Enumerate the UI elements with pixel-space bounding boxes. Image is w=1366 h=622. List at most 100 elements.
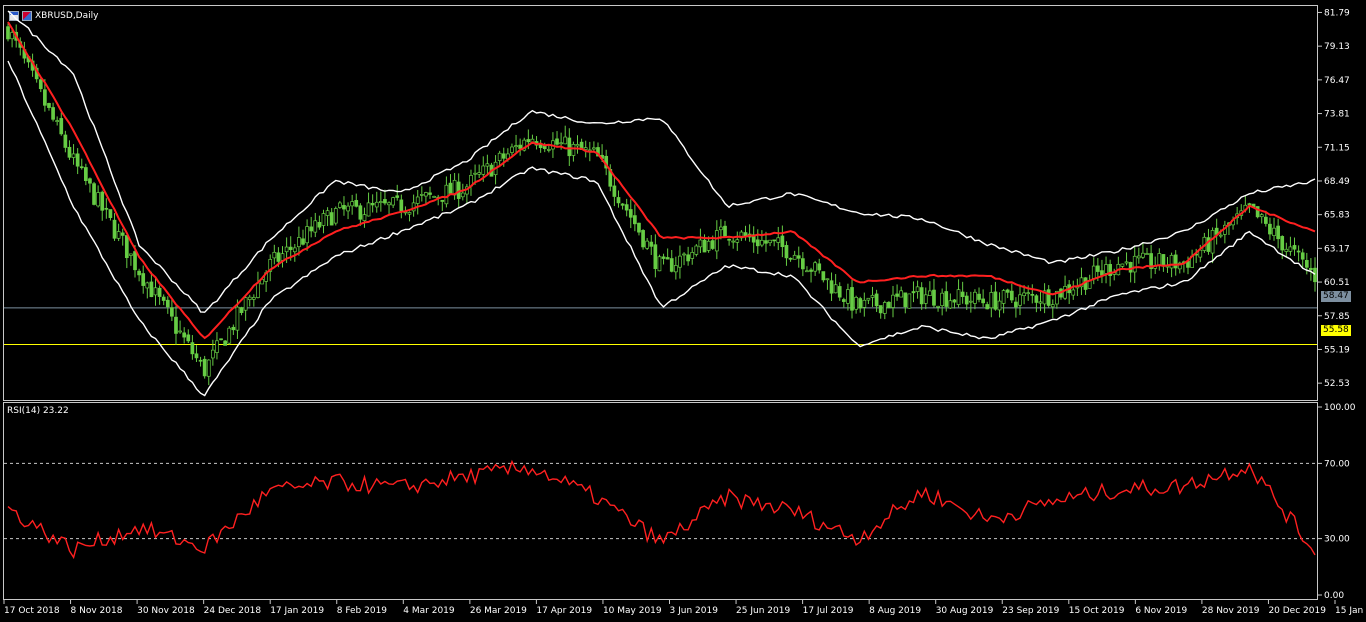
candle-body <box>342 205 346 210</box>
price-axis-tick-label: 65.83 <box>1324 211 1350 221</box>
candle-body <box>1124 261 1129 264</box>
date-axis-tick-label: 17 Apr 2019 <box>536 606 592 616</box>
price-axis-tick-label: 71.15 <box>1324 143 1350 153</box>
candle-body <box>878 305 883 314</box>
candle-body <box>215 340 219 353</box>
candle-body <box>227 327 232 344</box>
candle-body <box>960 291 965 297</box>
candle-body <box>1005 289 1010 293</box>
candle-body <box>829 280 834 294</box>
candle-body <box>108 209 113 218</box>
candle-body <box>292 247 297 253</box>
candle-body <box>833 284 838 294</box>
candle-body <box>1313 267 1317 283</box>
candle-body <box>1292 245 1297 250</box>
candle-body <box>1034 295 1039 303</box>
candle-body <box>694 245 699 255</box>
candle-body <box>247 296 252 300</box>
candle-body <box>428 192 432 195</box>
candle-body <box>399 199 404 213</box>
candle-body <box>374 201 379 208</box>
candle-body <box>424 192 428 197</box>
candle-body <box>481 165 486 175</box>
candle-body <box>55 120 60 122</box>
candle-body <box>1120 263 1125 267</box>
candle-body <box>821 271 826 281</box>
date-axis-tick-label: 17 Jul 2019 <box>803 606 854 616</box>
candle-body <box>370 203 375 206</box>
candle-body <box>321 213 326 226</box>
candle-body <box>907 293 912 309</box>
candle-body <box>47 103 51 108</box>
candle-body <box>936 305 940 308</box>
candle-body <box>866 297 871 301</box>
candle-body <box>338 202 342 208</box>
candle-body <box>178 330 182 333</box>
candle-body <box>161 296 166 301</box>
candle-body <box>157 287 162 297</box>
price-axis-tick-label: 68.49 <box>1324 177 1350 187</box>
candle-body <box>440 199 445 202</box>
candle-body <box>993 291 998 310</box>
middle-band-line <box>7 21 1316 340</box>
candle-body <box>944 291 949 307</box>
candle-body <box>387 202 391 206</box>
candle-body <box>211 349 215 359</box>
candle-body <box>419 194 424 196</box>
candle-body <box>1046 289 1051 306</box>
candle-body <box>198 359 203 362</box>
candle-body <box>928 290 932 296</box>
candle-body <box>989 292 994 309</box>
candle-body <box>780 235 785 248</box>
candle-body <box>628 209 633 218</box>
candle-body <box>141 273 146 286</box>
candle-body <box>391 197 395 206</box>
candle-body <box>817 263 822 271</box>
candle-body <box>862 299 867 308</box>
price-axis-tick-label: 79.13 <box>1324 42 1350 52</box>
candle-body <box>145 282 150 289</box>
candle-body <box>174 316 178 334</box>
candle-body <box>571 144 576 156</box>
candle-body <box>653 244 658 269</box>
candle-body <box>284 246 289 253</box>
candle-body <box>272 251 277 259</box>
candle-body <box>977 293 981 300</box>
candle-body <box>182 332 187 338</box>
candle-body <box>75 153 80 167</box>
candle-body <box>784 245 789 259</box>
candle-body <box>825 278 830 281</box>
candle-body <box>911 291 916 294</box>
candle-body <box>710 240 715 249</box>
candle-body <box>329 212 334 226</box>
candle-body <box>235 306 240 331</box>
date-axis-tick-label: 8 Aug 2019 <box>869 606 921 616</box>
candle-body <box>887 301 891 309</box>
price-axis-tick-label: 63.17 <box>1324 244 1350 254</box>
candle-body <box>723 225 727 238</box>
candle-body <box>448 182 453 194</box>
candle-body <box>59 118 64 135</box>
candle-body <box>665 257 670 260</box>
candle-body <box>1095 265 1100 272</box>
candle-body <box>760 239 764 246</box>
candle-body <box>170 307 174 317</box>
candle-body <box>1128 262 1133 273</box>
candle-body <box>256 282 260 298</box>
candle-body <box>190 342 195 355</box>
candle-body <box>305 226 309 244</box>
candle-body <box>1104 264 1108 274</box>
candle-body <box>477 172 482 175</box>
candle-body <box>731 240 736 243</box>
candle-body <box>1001 290 1006 304</box>
candle-body <box>1132 255 1137 273</box>
candle-body <box>796 255 801 259</box>
candle-body <box>501 153 506 159</box>
candle-body <box>1063 286 1067 299</box>
candle-body <box>518 144 522 149</box>
date-axis-tick-label: 8 Nov 2018 <box>71 606 123 616</box>
lower-band-line <box>7 60 1316 397</box>
candle-body <box>112 219 117 239</box>
candle-body <box>473 172 477 175</box>
candle-body <box>1300 252 1305 260</box>
